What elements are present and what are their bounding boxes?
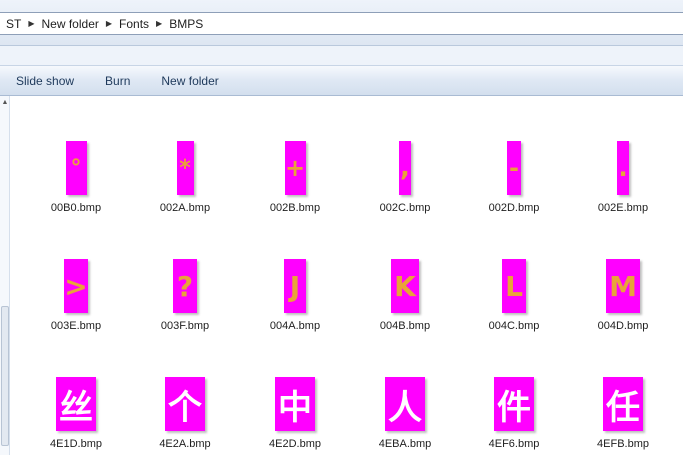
slide-show-button[interactable]: Slide show [7,70,83,92]
file-name: 004D.bmp [597,320,649,332]
file-thumbnail: - [507,141,521,195]
file-thumbnail: L [502,259,526,313]
thumbnail-glyph: 个 [168,387,202,428]
thumbnail-glyph: * [179,155,191,181]
burn-button[interactable]: Burn [96,70,139,92]
thumbnail-glyph: 丝 [59,387,93,428]
file-thumbnail: ? [173,259,197,313]
file-thumbnail: 人 [385,377,425,431]
file-name: 4E2A.bmp [159,438,211,450]
breadcrumb-bmps[interactable]: BMPS [166,17,206,31]
address-box[interactable]: ST ▶ New folder ▶ Fonts ▶ BMPS [0,12,683,35]
chevron-right-icon[interactable]: ▶ [24,19,38,28]
breadcrumb-st[interactable]: ST [3,17,24,31]
thumbnail-glyph: L [505,269,523,303]
thumbnail-glyph: - [509,154,519,182]
file-item[interactable]: - 002D.bmp [469,141,559,241]
scroll-up-icon[interactable]: ▲ [0,98,10,108]
thumbnail-glyph: ° [70,155,82,181]
file-item[interactable]: ° 00B0.bmp [31,141,121,241]
breadcrumb-fonts[interactable]: Fonts [116,17,152,31]
file-item[interactable]: 人 4EBA.bmp [360,377,450,455]
thumbnail-glyph: > [64,269,88,303]
file-thumbnail: K [391,259,419,313]
command-bar: Slide show Burn New folder [0,65,683,96]
file-item[interactable]: K 004B.bmp [360,259,450,359]
file-thumbnail: * [176,141,194,195]
file-item[interactable]: 任 4EFB.bmp [578,377,668,455]
menu-strip [0,46,683,65]
file-thumbnail: , [399,141,411,195]
file-name: 4EFB.bmp [597,438,649,450]
file-item[interactable]: M 004D.bmp [578,259,668,359]
thumbnail-glyph: 任 [606,387,640,428]
file-item[interactable]: + 002B.bmp [250,141,340,241]
file-thumbnail: + [284,141,306,195]
file-item[interactable]: > 003E.bmp [31,259,121,359]
file-name: 4E1D.bmp [50,438,102,450]
chevron-right-icon[interactable]: ▶ [152,19,166,28]
file-thumbnail: 丝 [56,377,96,431]
thumbnail-glyph: . [618,154,628,182]
file-item[interactable]: . 002E.bmp [578,141,668,241]
file-item[interactable]: , 002C.bmp [360,141,450,241]
thumbnail-glyph: 人 [388,387,422,428]
file-item[interactable]: J 004A.bmp [250,259,340,359]
file-thumbnail: 件 [494,377,534,431]
file-name: 002C.bmp [379,202,431,214]
thumbnail-glyph: + [284,154,306,182]
file-item[interactable]: 件 4EF6.bmp [469,377,559,455]
file-name: 002B.bmp [269,202,321,214]
thumbnail-glyph: J [289,269,301,303]
file-name: 004B.bmp [379,320,431,332]
file-name: 00B0.bmp [50,202,102,214]
thumbnail-glyph: , [400,153,410,183]
file-item[interactable]: ? 003F.bmp [140,259,230,359]
breadcrumb-new-folder[interactable]: New folder [39,17,102,31]
nav-scrollbar-thumb[interactable] [1,306,9,446]
file-name: 4E2D.bmp [269,438,321,450]
file-name: 003F.bmp [160,320,210,332]
file-name: 4EBA.bmp [378,438,432,450]
chevron-right-icon[interactable]: ▶ [102,19,116,28]
file-item[interactable]: 中 4E2D.bmp [250,377,340,455]
file-name: 004A.bmp [269,320,321,332]
file-name: 004C.bmp [488,320,540,332]
navigation-pane: ▲ [0,96,10,455]
file-list: ° 00B0.bmp * 002A.bmp + 002B.bmp , 002C.… [11,96,683,455]
address-bar-area: ST ▶ New folder ▶ Fonts ▶ BMPS [0,0,683,46]
file-thumbnail: ° [65,141,87,195]
file-thumbnail: 个 [165,377,205,431]
file-thumbnail: J [284,259,306,313]
thumbnail-glyph: 件 [497,387,531,428]
file-name: 002D.bmp [488,202,540,214]
thumbnail-glyph: ? [176,269,194,303]
file-name: 002E.bmp [597,202,649,214]
new-folder-button[interactable]: New folder [152,70,227,92]
thumbnail-glyph: M [609,269,637,303]
thumbnail-glyph: K [394,269,416,303]
file-item[interactable]: 个 4E2A.bmp [140,377,230,455]
file-item[interactable]: 丝 4E1D.bmp [31,377,121,455]
file-thumbnail: > [64,259,88,313]
file-thumbnail: 任 [603,377,643,431]
file-thumbnail: M [606,259,640,313]
file-item[interactable]: L 004C.bmp [469,259,559,359]
thumbnail-glyph: 中 [278,387,312,428]
file-thumbnail: . [617,141,629,195]
file-name: 002A.bmp [159,202,211,214]
file-item[interactable]: * 002A.bmp [140,141,230,241]
file-thumbnail: 中 [275,377,315,431]
file-name: 4EF6.bmp [488,438,540,450]
file-name: 003E.bmp [50,320,102,332]
